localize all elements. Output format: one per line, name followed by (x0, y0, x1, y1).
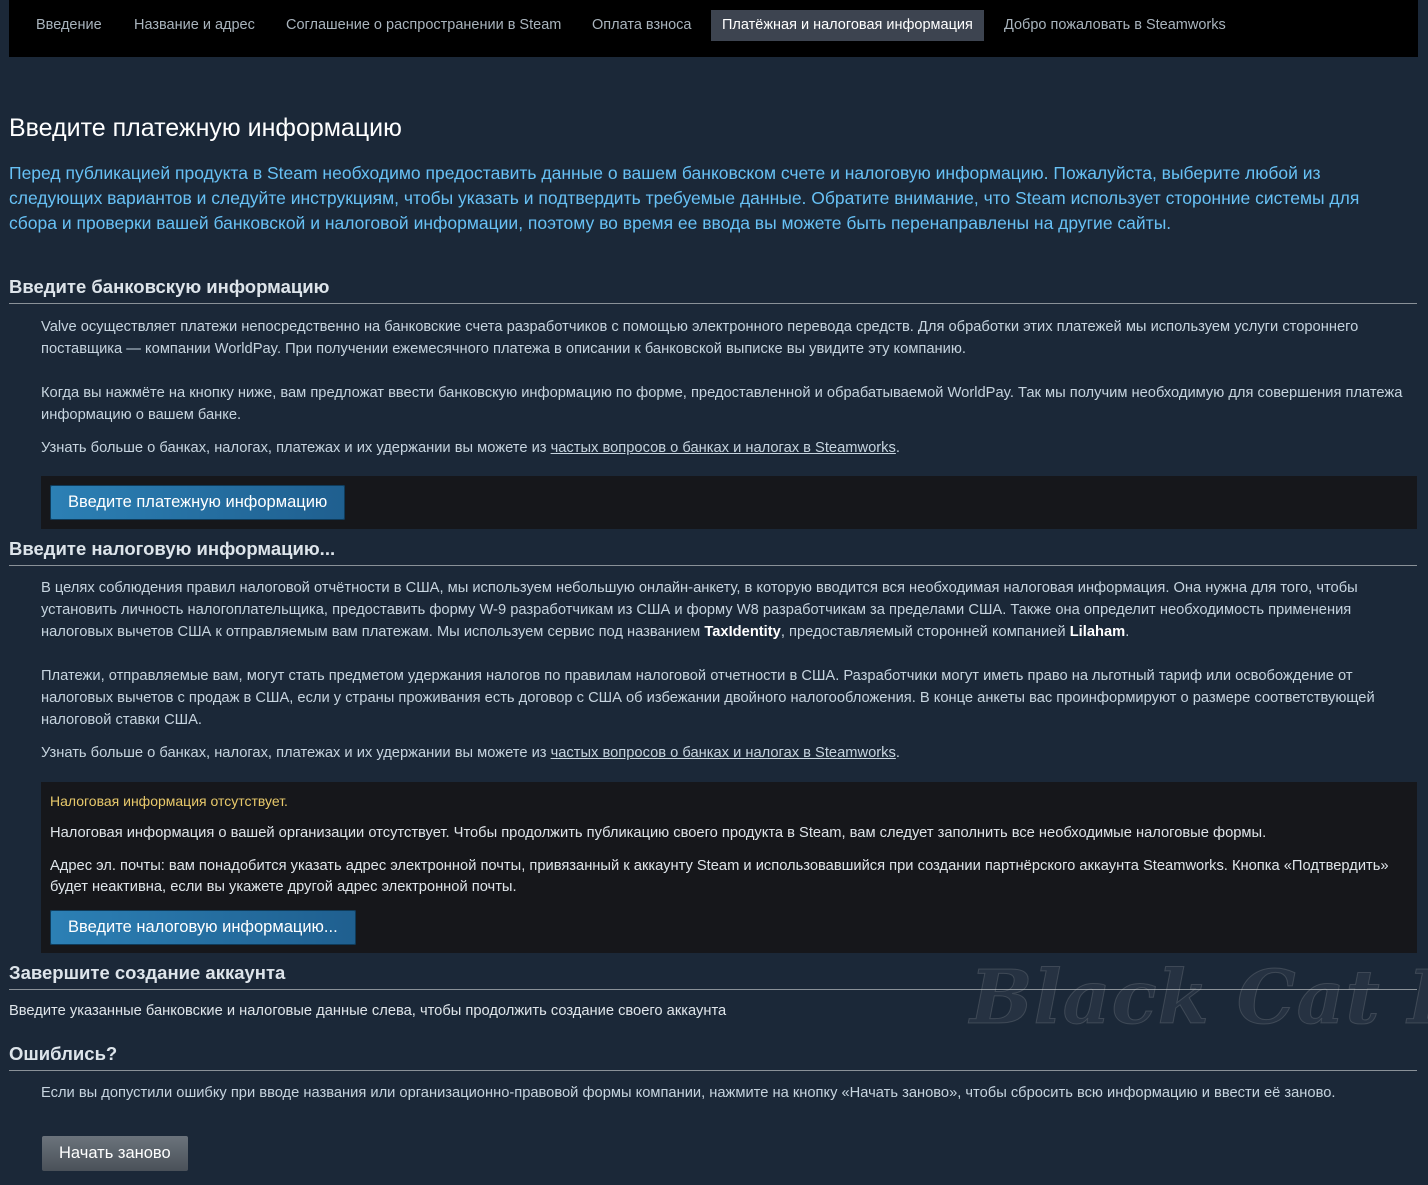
bank-faq-prefix: Узнать больше о банках, налогах, платежа… (41, 440, 551, 456)
finish-text: Введите указанные банковские и налоговые… (9, 1003, 727, 1019)
bank-paragraph-2: Когда вы нажмёте на кнопку ниже, вам пре… (41, 385, 1403, 423)
tax-p1-part-d: . (1125, 624, 1130, 640)
tax-email-note: Адрес эл. почты: вам понадобится указать… (50, 858, 1389, 895)
top-navigation: Введение Название и адрес Соглашение о р… (9, 0, 1418, 57)
bank-action-panel: Введите платежную информацию (41, 476, 1417, 529)
tax-paragraph-1: В целях соблюдения правил налоговой отчё… (41, 577, 1416, 643)
bank-faq-link[interactable]: частых вопросов о банках и налогах в Ste… (551, 440, 896, 456)
bank-faq-text: Узнать больше о банках, налогах, платежа… (41, 437, 1416, 459)
tax-p1-taxidentity: TaxIdentity (704, 624, 781, 640)
tax-faq-text: Узнать больше о банках, налогах, платежа… (41, 742, 1416, 764)
bank-section-title: Введите банковскую информацию (9, 276, 1417, 304)
tax-p1-part-a: В целях соблюдения правил налоговой отчё… (41, 580, 1358, 640)
tax-faq-link[interactable]: частых вопросов о банках и налогах в Ste… (551, 745, 896, 761)
tab-intro[interactable]: Введение (25, 10, 113, 41)
finish-section-title: Завершите создание аккаунта (9, 962, 1417, 990)
mistake-section-title: Ошиблись? (9, 1043, 1417, 1071)
bank-faq-suffix: . (895, 440, 900, 456)
tab-payment-tax-info[interactable]: Платёжная и налоговая информация (711, 10, 984, 41)
tax-p1-lilaham: Lilaham (1069, 624, 1126, 640)
tax-faq-suffix: . (895, 745, 900, 761)
enter-payment-info-button[interactable]: Введите платежную информацию (50, 485, 346, 520)
enter-tax-info-button[interactable]: Введите налоговую информацию... (50, 910, 356, 945)
tab-fee-payment[interactable]: Оплата взноса (581, 10, 702, 41)
tax-missing-text: Налоговая информация о вашей организации… (50, 825, 1267, 841)
bank-paragraph-1: Valve осуществляет платежи непосредствен… (41, 319, 1359, 357)
mistake-text: Если вы допустили ошибку при вводе назва… (41, 1085, 1336, 1101)
tax-faq-prefix: Узнать больше о банках, налогах, платежа… (41, 745, 551, 761)
tab-welcome-steamworks[interactable]: Добро пожаловать в Steamworks (993, 10, 1237, 41)
intro-text: Перед публикацией продукта в Steam необх… (9, 163, 1360, 233)
page-title: Введите платежную информацию (9, 114, 402, 142)
tax-missing-warning: Налоговая информация отсутствует. (50, 793, 288, 809)
tax-section-title: Введите налоговую информацию... (9, 538, 1417, 566)
start-over-button[interactable]: Начать заново (42, 1136, 188, 1171)
tax-p1-part-c: , предоставляемый сторонней компанией (780, 624, 1070, 640)
tax-paragraph-2: Платежи, отправляемые вам, могут стать п… (41, 668, 1375, 728)
tab-name-address[interactable]: Название и адрес (123, 10, 266, 41)
tab-distribution-agreement[interactable]: Соглашение о распространении в Steam (275, 10, 572, 41)
